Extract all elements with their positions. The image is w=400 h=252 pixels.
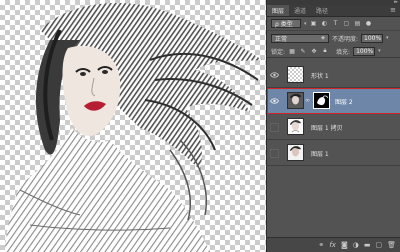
visibility-toggle-empty[interactable] [269, 146, 280, 160]
new-layer-icon[interactable]: ▢ [375, 241, 382, 249]
tab-channels[interactable]: 通道 [289, 5, 311, 16]
lock-label: 锁定: [271, 48, 286, 56]
lock-position-icon[interactable]: ✥ [310, 47, 318, 55]
layer-row[interactable]: 形状 1 [267, 62, 400, 88]
group-icon[interactable]: ▬ [364, 241, 371, 249]
blend-mode-select[interactable]: 正常 ◆ [271, 33, 329, 43]
tab-label: 通道 [294, 8, 307, 15]
lock-row: 锁定: ▦ ✎ ✥ 🔒︎ 填充: 100% ▾ [267, 45, 400, 58]
layer-thumbnail [287, 92, 304, 109]
opacity-label: 不透明度: [332, 35, 359, 43]
adjustment-filter-icon[interactable]: ◐ [321, 20, 329, 28]
visibility-eye-icon[interactable] [269, 68, 280, 82]
smart-object-filter-icon[interactable]: ▤ [354, 20, 362, 28]
lock-all-icon[interactable]: 🔒︎ [321, 47, 329, 55]
layer-name: 图层 1 拷贝 [311, 125, 343, 132]
fx-icon[interactable]: fx [329, 241, 336, 249]
layer-name: 形状 1 [311, 73, 329, 80]
panel-menu-icon[interactable]: ≡ [390, 7, 396, 14]
chevron-down-icon[interactable]: ▾ [304, 21, 307, 27]
blend-mode-value: 正常 [275, 35, 288, 43]
layer-thumbnail [287, 118, 304, 135]
layer-filter-row: ρ 类型 ▾ ▣ ◐ T ▢ ▤ ● [267, 17, 400, 31]
fill-label: 填充: [336, 48, 351, 56]
visibility-toggle-empty[interactable] [269, 120, 280, 134]
layer-thumbnail [287, 144, 304, 161]
chain-link-icon[interactable]: ∞ [305, 97, 310, 104]
tab-layers[interactable]: 图层 [267, 5, 290, 16]
pixel-filter-icon[interactable]: ▣ [310, 20, 318, 28]
fill-dropdown-icon[interactable]: ▾ [378, 48, 381, 54]
opacity-field[interactable]: 100% [361, 33, 384, 43]
opacity-dropdown-icon[interactable]: ▾ [386, 35, 389, 41]
panel-tabs: 图层 通道 路径 ≡ [267, 5, 400, 17]
lock-transparent-icon[interactable]: ▦ [288, 47, 296, 55]
trash-icon[interactable]: 🗑︎ [387, 241, 396, 249]
portrait-artwork [5, 2, 262, 252]
chevron-down-icon: ◆ [321, 35, 325, 41]
fill-value: 100% [356, 47, 374, 55]
mask-icon[interactable]: ◙ [341, 241, 348, 249]
layers-panel-footer: ⚭ fx ◙ ◑ ▬ ▢ 🗑︎ [267, 237, 400, 252]
layer-thumbnail [287, 66, 304, 83]
visibility-eye-icon[interactable] [269, 94, 280, 108]
blend-row: 正常 ◆ 不透明度: 100% ▾ [267, 31, 400, 45]
opacity-value: 100% [364, 34, 382, 42]
document-canvas[interactable] [0, 0, 266, 252]
shape-filter-icon[interactable]: ▢ [343, 20, 351, 28]
tab-label: 图层 [272, 8, 285, 15]
layer-list: 形状 1 ∞ 图层 2 图层 1 拷贝 图层 1 [267, 62, 400, 234]
link-icon[interactable]: ⚭ [318, 241, 324, 249]
filter-kind-label: ρ 类型 [275, 21, 293, 28]
fill-field[interactable]: 100% [353, 46, 376, 56]
tab-label: 路径 [316, 8, 329, 15]
layer-name: 图层 2 [335, 99, 353, 106]
tab-paths[interactable]: 路径 [311, 5, 333, 16]
layer-row[interactable]: 图层 1 [267, 140, 400, 166]
mask-thumbnail[interactable] [313, 92, 330, 109]
layers-panel: ▸▸ 图层 通道 路径 ≡ ρ 类型 ▾ ▣ ◐ T ▢ ▤ ● 正常 ◆ 不透… [266, 0, 400, 252]
filter-kind-select[interactable]: ρ 类型 [271, 19, 301, 28]
lock-image-icon[interactable]: ✎ [299, 47, 307, 55]
filter-toggle-icon[interactable]: ● [365, 20, 373, 28]
layer-row-selected[interactable]: ∞ 图层 2 [267, 88, 400, 114]
type-filter-icon[interactable]: T [332, 20, 340, 28]
layer-name: 图层 1 [311, 151, 329, 158]
layer-row[interactable]: 图层 1 拷贝 [267, 114, 400, 140]
adjustment-icon[interactable]: ◑ [353, 241, 359, 249]
